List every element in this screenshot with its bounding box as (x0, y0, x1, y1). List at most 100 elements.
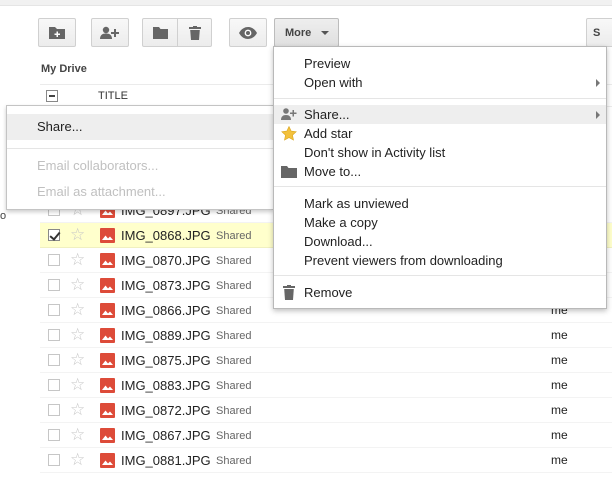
add-user-icon (281, 107, 297, 122)
folder-icon (281, 164, 297, 179)
row-checkbox[interactable] (48, 254, 60, 266)
file-name[interactable]: IMG_0868.JPG (121, 228, 211, 243)
row-checkbox[interactable] (48, 279, 60, 291)
menu-item-label: Prevent viewers from downloading (304, 253, 503, 268)
add-people-button[interactable] (91, 18, 129, 47)
eye-icon (239, 26, 257, 39)
organize-button-group (142, 18, 212, 47)
more-button-label: More (285, 26, 312, 39)
row-checkbox[interactable] (48, 229, 60, 241)
delete-button[interactable] (178, 19, 212, 46)
menu-separator (7, 148, 273, 149)
star-icon[interactable]: ☆ (70, 275, 85, 295)
menu-separator (274, 275, 606, 276)
file-name[interactable]: IMG_0870.JPG (121, 253, 211, 268)
menu-item-preview[interactable]: Preview (274, 54, 606, 73)
settings-button-label: S (593, 26, 601, 39)
row-checkbox[interactable] (48, 379, 60, 391)
shared-label: Shared (216, 355, 252, 367)
menu-item-download[interactable]: Download... (274, 232, 606, 251)
file-name[interactable]: IMG_0867.JPG (121, 428, 211, 443)
preview-button[interactable] (229, 18, 267, 47)
menu-item-remove[interactable]: Remove (274, 283, 606, 302)
shared-label: Shared (216, 280, 252, 292)
image-file-icon (100, 403, 115, 418)
file-name[interactable]: IMG_0873.JPG (121, 278, 211, 293)
file-name[interactable]: IMG_0875.JPG (121, 353, 211, 368)
row-checkbox[interactable] (48, 354, 60, 366)
star-icon[interactable]: ☆ (70, 400, 85, 420)
email-collaborators-option: Email collaborators... (37, 158, 159, 173)
folder-icon (152, 26, 168, 39)
menu-item-label: Add star (304, 126, 353, 141)
star-icon[interactable]: ☆ (70, 325, 85, 345)
row-checkbox[interactable] (48, 304, 60, 316)
menu-item-open-with[interactable]: Open with (274, 73, 606, 92)
table-row[interactable]: ☆ IMG_0883.JPG Shared me (40, 373, 612, 398)
table-row[interactable]: ☆ IMG_0881.JPG Shared me (40, 448, 612, 473)
file-name[interactable]: IMG_0881.JPG (121, 453, 211, 468)
menu-item-prevent-download[interactable]: Prevent viewers from downloading (274, 251, 606, 270)
title-column-header[interactable]: TITLE (98, 90, 128, 102)
row-checkbox[interactable] (48, 454, 60, 466)
settings-button[interactable]: S (586, 18, 612, 47)
file-name[interactable]: IMG_0889.JPG (121, 328, 211, 343)
add-user-icon (100, 26, 120, 40)
image-file-icon (100, 453, 115, 468)
star-icon[interactable]: ☆ (70, 225, 85, 245)
chevron-right-icon (596, 111, 600, 119)
email-attachment-option: Email as attachment... (37, 184, 166, 199)
table-row[interactable]: ☆ IMG_0875.JPG Shared me (40, 348, 612, 373)
menu-item-make-copy[interactable]: Make a copy (274, 213, 606, 232)
star-icon[interactable]: ☆ (70, 300, 85, 320)
trash-icon (281, 285, 297, 300)
star-icon[interactable]: ☆ (70, 425, 85, 445)
menu-item-label: Download... (304, 234, 373, 249)
row-checkbox[interactable] (48, 404, 60, 416)
select-all-checkbox[interactable] (46, 90, 58, 102)
image-file-icon (100, 253, 115, 268)
menu-item-label: Preview (304, 56, 351, 71)
star-icon[interactable]: ☆ (70, 375, 85, 395)
menu-separator (274, 98, 606, 99)
new-folder-button[interactable] (38, 18, 76, 47)
row-checkbox[interactable] (48, 429, 60, 441)
table-row[interactable]: ☆ IMG_0889.JPG Shared me (40, 323, 612, 348)
shared-label: Shared (216, 330, 252, 342)
chevron-down-icon (321, 31, 329, 35)
star-icon[interactable]: ☆ (70, 250, 85, 270)
menu-item-move-to[interactable]: Move to... (274, 162, 606, 181)
new-folder-icon (49, 26, 65, 39)
share-option[interactable]: Share... (7, 114, 273, 140)
owner-cell: me (551, 328, 568, 342)
menu-item-label: Remove (304, 285, 353, 300)
file-name[interactable]: IMG_0866.JPG (121, 303, 211, 318)
menu-item-share[interactable]: Share... (274, 105, 606, 124)
star-icon[interactable]: ☆ (70, 350, 85, 370)
menu-item-dont-show-activity[interactable]: Don't show in Activity list (274, 143, 606, 162)
table-row[interactable]: ☆ IMG_0872.JPG Shared me (40, 398, 612, 423)
menu-item-add-star[interactable]: Add star (274, 124, 606, 143)
image-file-icon (100, 278, 115, 293)
file-name[interactable]: IMG_0872.JPG (121, 403, 211, 418)
table-row[interactable]: ☆ IMG_0867.JPG Shared me (40, 423, 612, 448)
move-to-folder-button[interactable] (143, 19, 177, 46)
star-icon[interactable]: ☆ (70, 450, 85, 470)
breadcrumb[interactable]: My Drive (41, 63, 87, 75)
more-menu: Preview Open with Share... Add star Don'… (273, 46, 607, 309)
image-file-icon (100, 303, 115, 318)
owner-cell: me (551, 378, 568, 392)
star-icon (281, 125, 297, 141)
owner-cell: me (551, 453, 568, 467)
more-button[interactable]: More (274, 18, 339, 47)
row-checkbox[interactable] (48, 329, 60, 341)
drive-window: More S My Drive TITLE o ☆IMG_0897.JPGSha… (0, 0, 612, 487)
menu-item-label: Share... (304, 107, 350, 122)
trash-icon (189, 25, 201, 40)
menu-item-label: Make a copy (304, 215, 378, 230)
share-popup-menu: Share... Email collaborators... Email as… (6, 105, 274, 210)
image-file-icon (100, 353, 115, 368)
file-name[interactable]: IMG_0883.JPG (121, 378, 211, 393)
menu-item-mark-unviewed[interactable]: Mark as unviewed (274, 194, 606, 213)
shared-label: Shared (216, 405, 252, 417)
